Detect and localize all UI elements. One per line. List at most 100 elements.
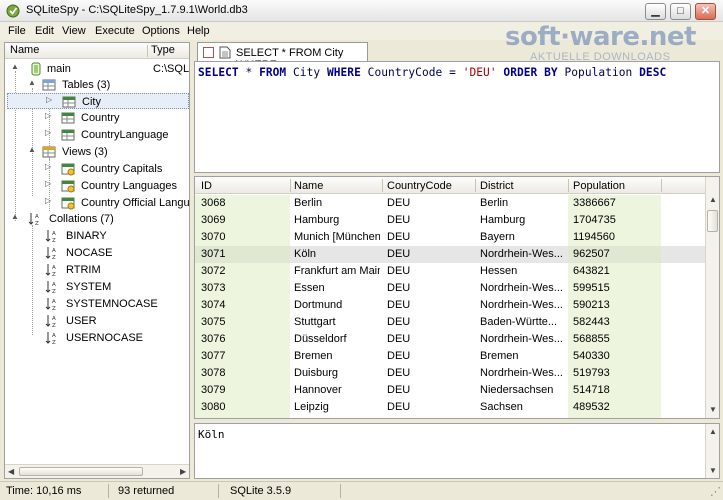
expand-icon[interactable]: ▷	[45, 128, 54, 137]
table-cell-countrycode[interactable]: DEU	[387, 265, 473, 277]
table-cell-district[interactable]: Nordrhein-Wes...	[480, 367, 566, 379]
table-cell-population[interactable]: 568855	[573, 333, 659, 345]
table-cell-population[interactable]: 514718	[573, 384, 659, 396]
collapse-icon[interactable]: ▲	[11, 212, 20, 221]
collapse-icon[interactable]: ▲	[28, 145, 37, 154]
tree-item-view-country-official-languages[interactable]: ▷ Country Official Languag	[9, 195, 189, 211]
table-cell-district[interactable]: Bayern	[480, 418, 566, 419]
grid-col-district[interactable]: District	[480, 180, 514, 192]
table-row[interactable]: 3081 Nürnberg DEU Bayern 486628	[195, 416, 707, 419]
table-cell-district[interactable]: Nordrhein-Wes...	[480, 333, 566, 345]
cell-detail-pane[interactable]: Köln ▲ ▼	[194, 423, 720, 479]
scroll-thumb[interactable]	[19, 467, 143, 476]
table-cell-countrycode[interactable]: DEU	[387, 231, 473, 243]
table-cell-name[interactable]: Dortmund	[294, 299, 380, 311]
table-cell-id[interactable]: 3073	[201, 282, 286, 294]
tree-item-collation-usernocase[interactable]: A Z USERNOCASE	[9, 330, 189, 346]
table-cell-district[interactable]: Bremen	[480, 350, 566, 362]
scroll-left-icon[interactable]: ◀	[8, 467, 14, 476]
table-row[interactable]: 3080 Leipzig DEU Sachsen 489532	[195, 399, 707, 416]
grid-col-countrycode[interactable]: CountryCode	[387, 180, 452, 192]
table-cell-name[interactable]: Berlin	[294, 197, 380, 209]
table-cell-population[interactable]: 1194560	[573, 231, 659, 243]
table-cell-population[interactable]: 3386667	[573, 197, 659, 209]
expand-icon[interactable]: ▷	[46, 95, 55, 104]
scroll-thumb[interactable]	[707, 210, 718, 232]
menu-view[interactable]: View	[62, 25, 86, 37]
table-cell-id[interactable]: 3078	[201, 367, 286, 379]
table-row[interactable]: 3070 Munich [München] DEU Bayern 1194560	[195, 229, 707, 246]
table-cell-district[interactable]: Nordrhein-Wes...	[480, 282, 566, 294]
table-cell-name[interactable]: Stuttgart	[294, 316, 380, 328]
grid-col-id[interactable]: ID	[201, 180, 212, 192]
tree-col-type[interactable]: Type	[151, 44, 175, 56]
table-cell-countrycode[interactable]: DEU	[387, 282, 473, 294]
minimize-button[interactable]: ▁	[645, 3, 666, 20]
table-cell-id[interactable]: 3074	[201, 299, 286, 311]
menu-file[interactable]: File	[8, 25, 26, 37]
table-row[interactable]: 3076 Düsseldorf DEU Nordrhein-Wes... 568855	[195, 331, 707, 348]
table-cell-district[interactable]: Hessen	[480, 265, 566, 277]
tree-horizontal-scrollbar[interactable]: ◀ ▶	[5, 464, 189, 478]
expand-icon[interactable]: ▷	[45, 111, 54, 120]
table-cell-id[interactable]: 3075	[201, 316, 286, 328]
tree-item-collation-binary[interactable]: A Z BINARY	[9, 228, 189, 244]
table-row[interactable]: 3079 Hannover DEU Niedersachsen 514718	[195, 382, 707, 399]
table-cell-population[interactable]: 540330	[573, 350, 659, 362]
table-cell-name[interactable]: Köln	[294, 248, 380, 260]
table-row[interactable]: 3072 Frankfurt am Main DEU Hessen 643821	[195, 263, 707, 280]
table-cell-population[interactable]: 599515	[573, 282, 659, 294]
table-cell-population[interactable]: 962507	[573, 248, 659, 260]
table-cell-district[interactable]: Nordrhein-Wes...	[480, 248, 566, 260]
expand-icon[interactable]: ▷	[45, 196, 54, 205]
table-cell-district[interactable]: Bayern	[480, 231, 566, 243]
tree-node-collations[interactable]: ▲ A Z Collations (7)	[9, 211, 189, 227]
scroll-up-icon[interactable]: ▲	[709, 195, 717, 204]
table-cell-countrycode[interactable]: DEU	[387, 418, 473, 419]
expand-icon[interactable]: ▷	[45, 179, 54, 188]
table-cell-population[interactable]: 489532	[573, 401, 659, 413]
menu-execute[interactable]: Execute	[95, 25, 135, 37]
table-cell-countrycode[interactable]: DEU	[387, 333, 473, 345]
table-cell-name[interactable]: Nürnberg	[294, 418, 380, 419]
scroll-up-icon[interactable]: ▲	[709, 427, 717, 436]
table-cell-name[interactable]: Duisburg	[294, 367, 380, 379]
menu-edit[interactable]: Edit	[35, 25, 54, 37]
tree-item-table-city[interactable]: ▷ City	[7, 93, 189, 109]
table-cell-population[interactable]: 590213	[573, 299, 659, 311]
table-cell-id[interactable]: 3081	[201, 418, 286, 419]
tree-item-collation-user[interactable]: A Z USER	[9, 313, 189, 329]
table-cell-countrycode[interactable]: DEU	[387, 214, 473, 226]
tree-item-view-country-capitals[interactable]: ▷ Country Capitals	[9, 161, 189, 177]
close-button[interactable]: ✕	[695, 3, 716, 20]
table-cell-id[interactable]: 3070	[201, 231, 286, 243]
tab-query[interactable]: SELECT * FROM City WHERE	[197, 42, 368, 71]
table-cell-countrycode[interactable]: DEU	[387, 197, 473, 209]
table-cell-id[interactable]: 3080	[201, 401, 286, 413]
table-cell-name[interactable]: Leipzig	[294, 401, 380, 413]
table-row[interactable]: 3075 Stuttgart DEU Baden-Württe... 582443	[195, 314, 707, 331]
table-cell-countrycode[interactable]: DEU	[387, 248, 473, 260]
table-cell-population[interactable]: 582443	[573, 316, 659, 328]
table-cell-countrycode[interactable]: DEU	[387, 401, 473, 413]
tree-node-main[interactable]: ▲ main C:\SQLit	[9, 61, 189, 77]
collapse-icon[interactable]: ▲	[11, 62, 20, 71]
table-cell-id[interactable]: 3071	[201, 248, 286, 260]
tree-col-name[interactable]: Name	[10, 44, 39, 56]
table-cell-name[interactable]: Bremen	[294, 350, 380, 362]
table-cell-name[interactable]: Frankfurt am Main	[294, 265, 380, 277]
tree-item-table-country[interactable]: ▷ Country	[9, 110, 189, 126]
table-cell-district[interactable]: Niedersachsen	[480, 384, 566, 396]
expand-icon[interactable]: ▷	[45, 162, 54, 171]
table-cell-id[interactable]: 3076	[201, 333, 286, 345]
grid-col-name[interactable]: Name	[294, 180, 323, 192]
detail-vertical-scrollbar[interactable]: ▲ ▼	[705, 424, 719, 478]
table-cell-countrycode[interactable]: DEU	[387, 316, 473, 328]
table-cell-name[interactable]: Munich [München]	[294, 231, 380, 243]
menu-options[interactable]: Options	[142, 25, 180, 37]
table-cell-population[interactable]: 519793	[573, 367, 659, 379]
table-cell-district[interactable]: Baden-Württe...	[480, 316, 566, 328]
tree-item-collation-rtrim[interactable]: A Z RTRIM	[9, 262, 189, 278]
table-cell-population[interactable]: 1704735	[573, 214, 659, 226]
table-row[interactable]: 3074 Dortmund DEU Nordrhein-Wes... 590213	[195, 297, 707, 314]
